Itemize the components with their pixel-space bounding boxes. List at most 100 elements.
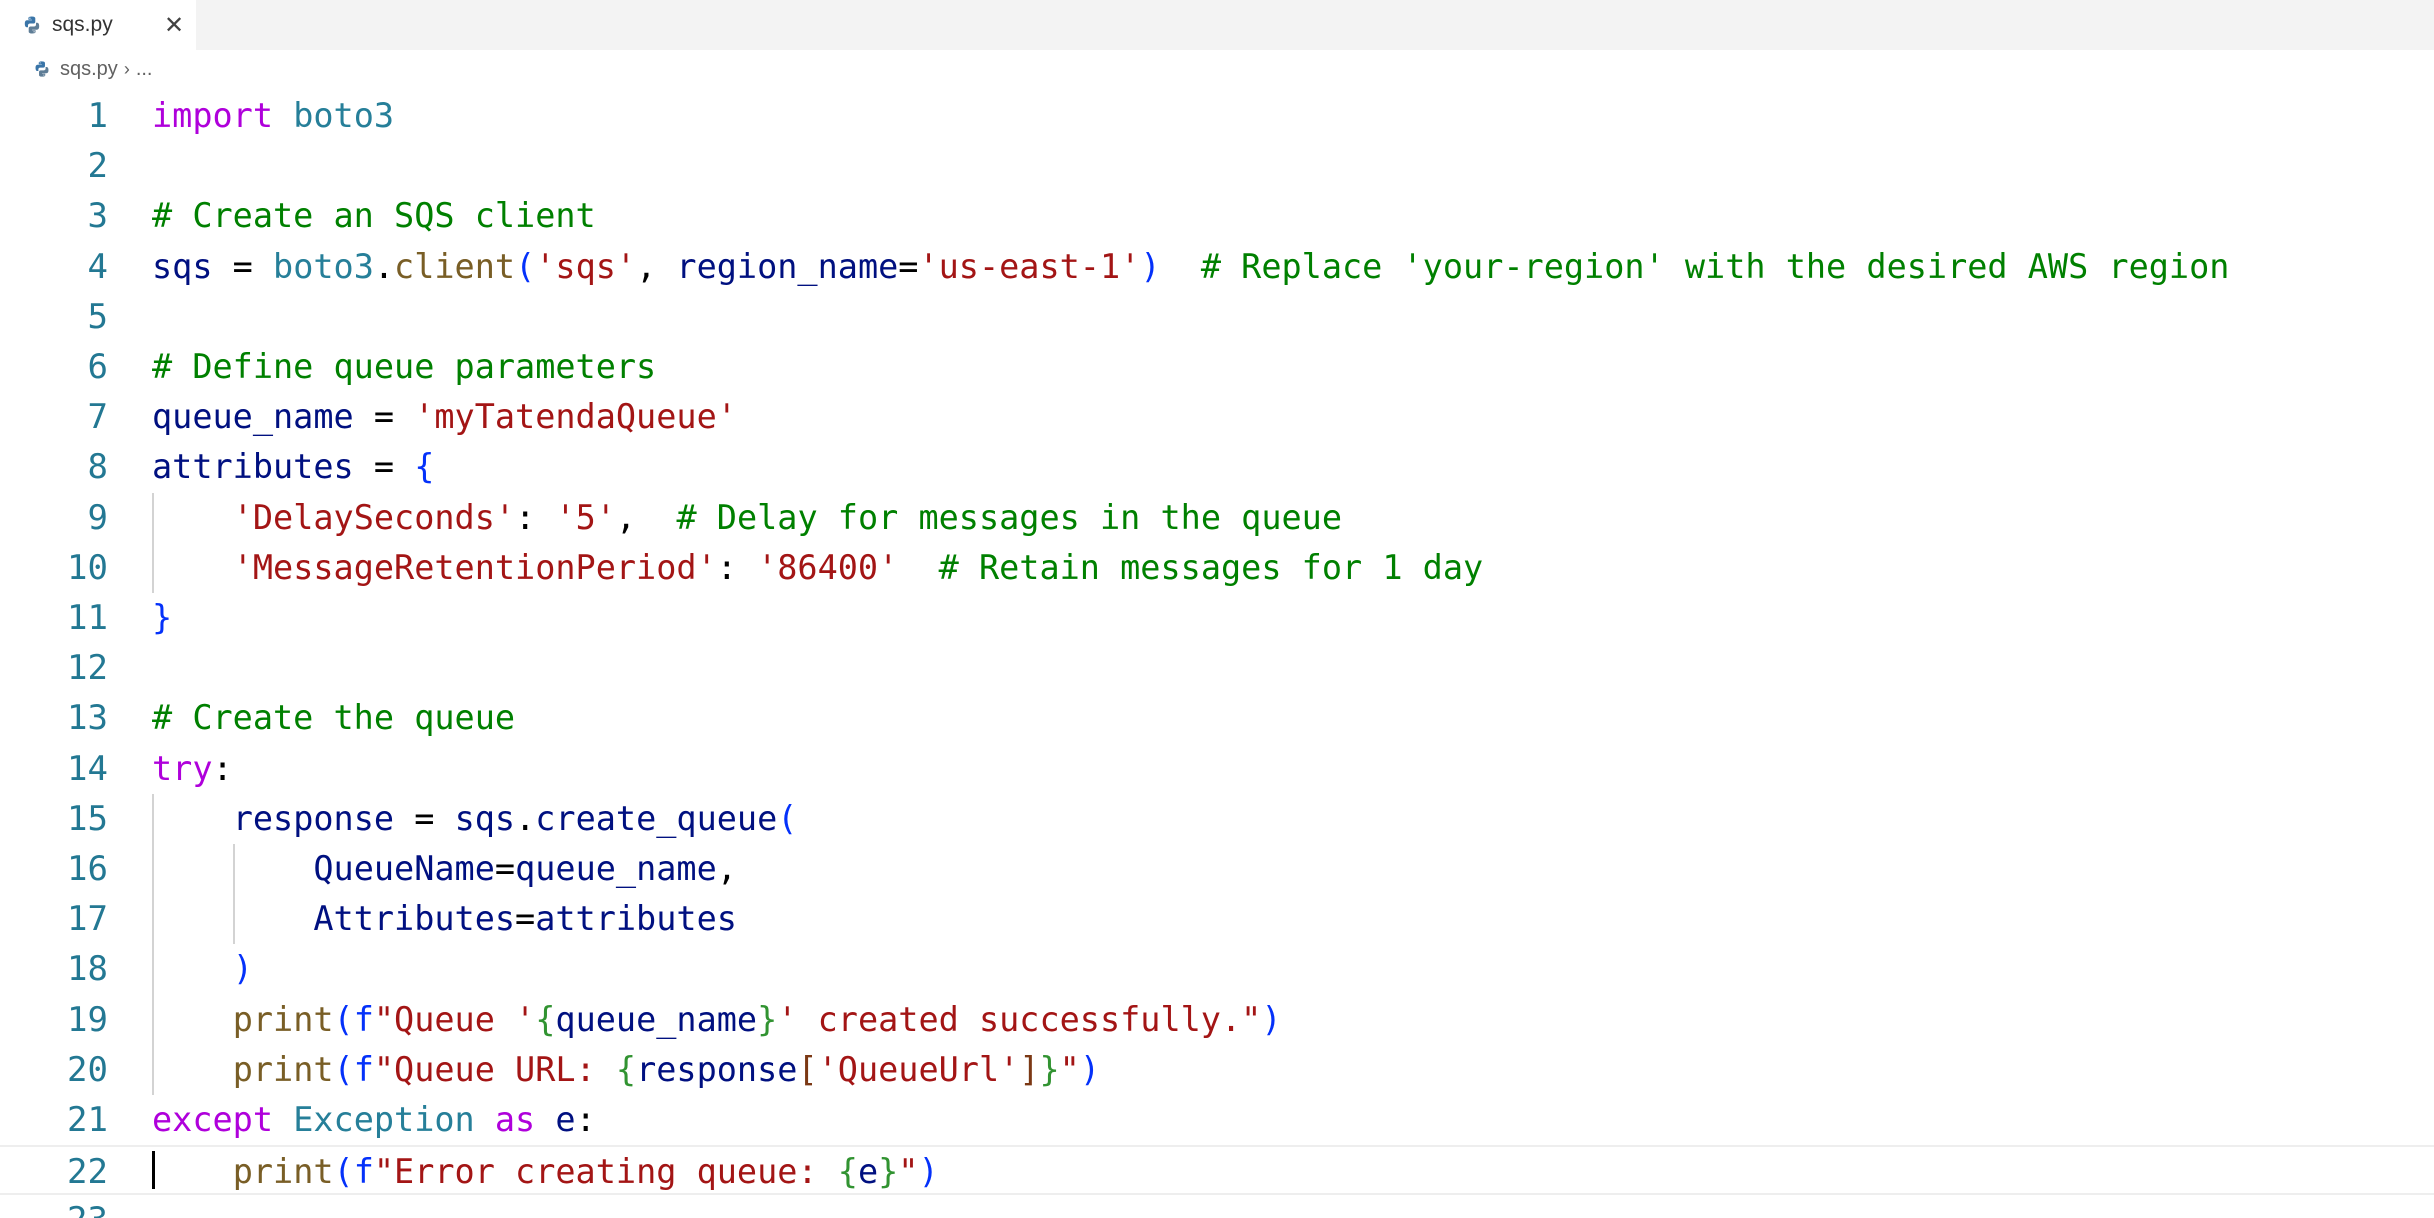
code-token: :	[575, 1100, 596, 1139]
line-number: 12	[67, 648, 108, 689]
code-line[interactable]: 13 # Create the queue	[0, 693, 2434, 743]
code-line[interactable]: 15 response = sqs.create_queue(	[0, 794, 2434, 844]
code-token: =	[353, 447, 415, 487]
python-icon	[22, 15, 42, 35]
code-text: import boto3	[152, 91, 394, 141]
code-token: {	[837, 1152, 858, 1192]
code-token: client	[394, 246, 516, 286]
code-line[interactable]: 23	[0, 1195, 2434, 1218]
line-number: 2	[87, 146, 108, 187]
indent-guide	[232, 844, 235, 945]
indent-guide	[152, 492, 154, 593]
code-line[interactable]: 18 )	[0, 944, 2434, 994]
code-token: ,	[636, 246, 677, 286]
line-number: 1	[87, 96, 108, 136]
code-line[interactable]: 6 # Define queue parameters	[0, 342, 2434, 392]
code-token: ,	[716, 849, 737, 888]
code-token: )	[918, 1152, 939, 1192]
code-token: # Create an SQS client	[152, 196, 596, 236]
code-line[interactable]: 11}	[0, 593, 2434, 643]
code-line[interactable]: 2	[0, 141, 2434, 191]
code-token: boto3	[293, 96, 395, 135]
code-token: import	[152, 96, 274, 135]
line-number: 4	[87, 246, 108, 287]
code-line[interactable]: 22 print(f"Error creating queue: {e}")	[0, 1145, 2434, 1196]
code-token: }	[757, 999, 778, 1039]
code-token: 'sqs'	[535, 246, 637, 286]
code-token: :	[716, 547, 758, 587]
code-token: QueueName	[313, 849, 495, 888]
code-token: =	[515, 899, 536, 939]
code-line[interactable]: 17 Attributes=attributes	[0, 894, 2434, 944]
code-token: # Retain messages for 1 day	[938, 547, 1484, 587]
python-icon	[33, 60, 51, 78]
code-line[interactable]: 3 # Create an SQS client	[0, 191, 2434, 241]
tab-sqs-py[interactable]: sqs.py ✕	[0, 0, 196, 50]
code-line[interactable]: 10 'MessageRetentionPeriod': '86400' # R…	[0, 543, 2434, 593]
line-number: 13	[67, 698, 108, 739]
close-icon[interactable]: ✕	[160, 11, 188, 39]
line-number: 3	[87, 196, 108, 237]
code-line[interactable]: 5	[0, 292, 2434, 342]
code-text: # Create the queue	[152, 693, 515, 743]
chevron-right-icon: ›	[123, 58, 130, 79]
code-token: except	[152, 1100, 274, 1139]
code-line[interactable]: 21 except Exception as e:	[0, 1095, 2434, 1145]
code-token: f	[353, 1049, 374, 1089]
code-text: QueueName=queue_name,	[152, 844, 737, 894]
code-line[interactable]: 16 QueueName=queue_name,	[0, 844, 2434, 894]
breadcrumb: sqs.py › ...	[0, 50, 2434, 88]
code-token: =	[898, 246, 919, 286]
code-token: e	[857, 1152, 879, 1192]
code-token: :	[515, 497, 556, 537]
code-token: =	[494, 849, 516, 888]
code-token: queue_name	[515, 849, 717, 888]
code-token: "	[1059, 1049, 1080, 1089]
code-text: except Exception as e:	[152, 1095, 596, 1145]
code-line[interactable]: 19 print(f"Queue '{queue_name}' created …	[0, 995, 2434, 1045]
code-token: # Define queue parameters	[152, 347, 657, 386]
code-token: "Error creating queue:	[373, 1152, 838, 1192]
line-number: 10	[67, 547, 108, 588]
code-text: 'MessageRetentionPeriod': '86400' # Reta…	[152, 543, 1484, 593]
code-line[interactable]: 7 queue_name = 'myTatendaQueue'	[0, 392, 2434, 442]
line-number: 11	[67, 598, 108, 638]
code-editor[interactable]: 1 import boto3 2 3 # Create an SQS client 4 sq…	[0, 88, 2434, 1218]
code-token: )	[1079, 1049, 1100, 1089]
code-line[interactable]: 14 try:	[0, 744, 2434, 794]
code-token: }	[1039, 1049, 1060, 1089]
line-number: 20	[67, 1049, 108, 1090]
code-token: # Replace 'your-region' with the desired…	[1200, 246, 2230, 286]
line-number: 14	[67, 748, 108, 789]
code-line[interactable]: 20 print(f"Queue URL: {response['QueueUr…	[0, 1045, 2434, 1095]
breadcrumb-symbols[interactable]: ...	[136, 58, 153, 81]
code-token: )	[1140, 246, 1161, 286]
code-token: attributes	[535, 899, 737, 939]
tab-bar: sqs.py ✕	[0, 0, 2434, 50]
code-line[interactable]: 4 sqs = boto3.client('sqs', region_name='…	[0, 242, 2434, 292]
line-number: 6	[87, 347, 108, 387]
code-line[interactable]: 9 'DelaySeconds': '5', # Delay for messa…	[0, 493, 2434, 543]
code-line[interactable]: 12	[0, 643, 2434, 693]
code-token: .	[515, 798, 536, 838]
breadcrumb-file[interactable]: sqs.py	[60, 58, 118, 81]
code-token: 'us-east-1'	[918, 246, 1141, 286]
code-line[interactable]: 1 import boto3	[0, 91, 2434, 141]
code-token: f	[353, 999, 374, 1039]
code-token: "Queue URL:	[373, 1049, 616, 1089]
code-token: queue_name	[555, 999, 758, 1039]
code-token: e	[555, 1100, 576, 1139]
code-token: )	[1261, 999, 1282, 1039]
code-token: 'DelaySeconds'	[232, 497, 516, 537]
code-token: "	[898, 1152, 919, 1192]
code-token: 'QueueUrl'	[817, 1049, 1020, 1089]
code-token: (	[333, 999, 354, 1039]
code-line[interactable]: 8 attributes = {	[0, 442, 2434, 492]
code-token: ' created successfully."	[777, 999, 1262, 1039]
